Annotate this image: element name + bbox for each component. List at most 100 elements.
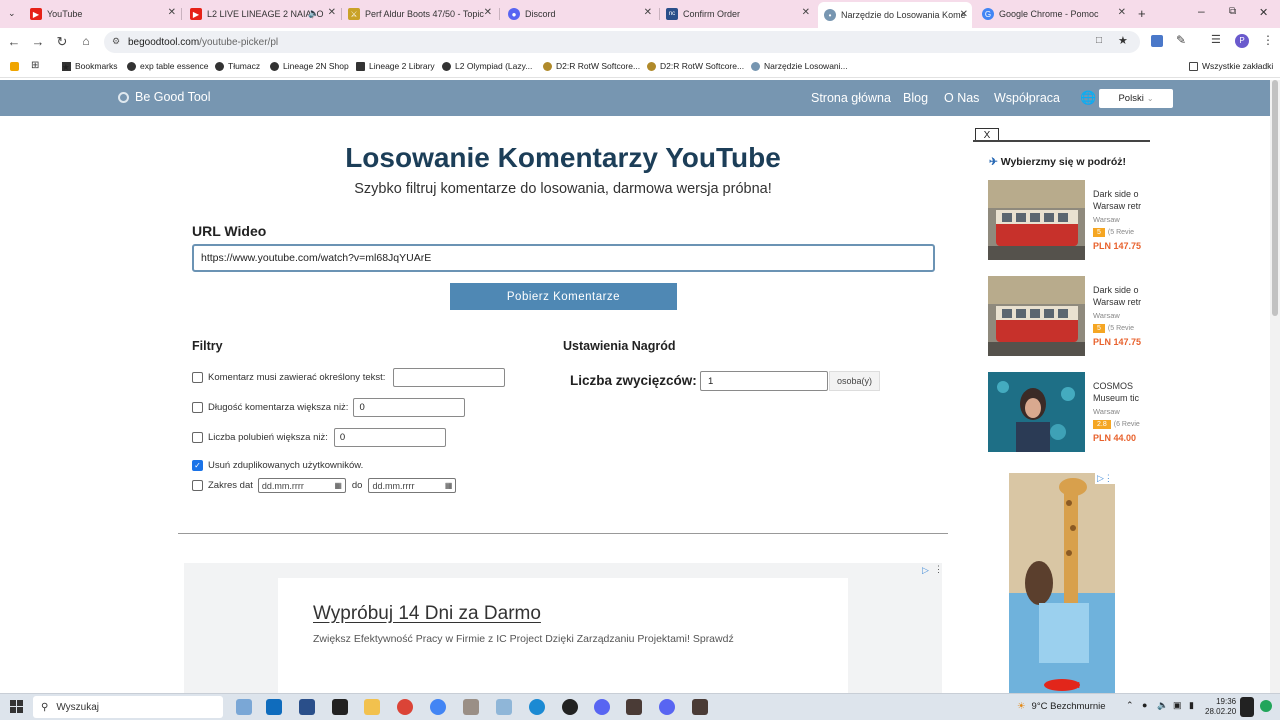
apps-grid-icon[interactable] bbox=[10, 62, 19, 71]
winners-count-input[interactable] bbox=[700, 371, 828, 391]
taskbar-clock[interactable]: 19:36 28.02.20 bbox=[1205, 697, 1236, 717]
close-tab-icon[interactable]: ✕ bbox=[802, 7, 810, 18]
bookmark-item[interactable]: Lineage 2N Shop bbox=[270, 61, 349, 71]
game-icon[interactable] bbox=[692, 699, 708, 715]
ad-choices-icon[interactable]: ▷⋮ bbox=[1095, 473, 1115, 484]
app-icon[interactable] bbox=[332, 699, 348, 715]
ad-choices-icon[interactable]: ▷ bbox=[922, 565, 929, 576]
nav-cooperation[interactable]: Współpraca bbox=[994, 91, 1060, 105]
dedupe-checkbox[interactable]: ✓ bbox=[192, 460, 203, 471]
speaker-icon[interactable]: 🔈 bbox=[308, 8, 319, 19]
bookmark-item[interactable]: ★ Bookmarks bbox=[62, 61, 118, 72]
folder-icon[interactable] bbox=[364, 699, 380, 715]
profile-avatar[interactable]: P bbox=[1235, 34, 1249, 48]
site-info-icon[interactable]: ⚙ bbox=[112, 36, 120, 47]
browser-tab[interactable]: ● Discord ✕ bbox=[508, 3, 656, 25]
home-icon[interactable]: ⌂ bbox=[78, 34, 94, 48]
microphone-icon[interactable]: ● bbox=[1142, 700, 1147, 710]
volume-icon[interactable]: 🔈 bbox=[1157, 700, 1168, 711]
sidebar-ad-item[interactable]: Dark side o Warsaw retr Warsaw 5 (5 Revie… bbox=[988, 276, 1141, 358]
bookmark-star-icon[interactable]: ★ bbox=[1118, 34, 1128, 47]
battery-icon[interactable]: ▮ bbox=[1189, 700, 1194, 711]
close-tab-icon[interactable]: ✕ bbox=[960, 9, 968, 20]
windows-start-icon[interactable] bbox=[10, 700, 23, 713]
site-logo[interactable]: Be Good Tool bbox=[118, 90, 211, 104]
new-tab-icon[interactable]: + bbox=[1138, 6, 1146, 21]
discord-task-icon[interactable] bbox=[659, 699, 675, 715]
close-tab-icon[interactable]: ✕ bbox=[168, 7, 176, 18]
translate-extension-icon[interactable] bbox=[1151, 35, 1163, 47]
discord-task-icon[interactable] bbox=[594, 699, 610, 715]
close-tab-icon[interactable]: ✕ bbox=[328, 7, 336, 18]
nc-app-icon[interactable] bbox=[299, 699, 315, 715]
ad-title[interactable]: Wypróbuj 14 Dni za Darmo bbox=[313, 603, 541, 625]
mic-recording-icon[interactable] bbox=[1240, 697, 1254, 717]
chrome-active-icon[interactable] bbox=[430, 699, 446, 715]
close-tab-icon[interactable]: ✕ bbox=[484, 7, 492, 18]
restore-icon[interactable]: ⧉ bbox=[1229, 6, 1236, 17]
nav-home[interactable]: Strona główna bbox=[811, 91, 891, 105]
close-window-icon[interactable]: ✕ bbox=[1259, 6, 1268, 19]
video-url-input[interactable] bbox=[192, 244, 935, 272]
weather-widget[interactable]: ☀ 9°C Bezchmurnie bbox=[1017, 701, 1106, 712]
bottom-ad[interactable]: ▷ ⋮ Wypróbuj 14 Dni za Darmo Zwiększ Efe… bbox=[184, 563, 943, 693]
edge-icon[interactable] bbox=[529, 699, 545, 715]
notification-icon[interactable] bbox=[1260, 700, 1272, 712]
ad-menu-icon[interactable]: ⋮ bbox=[934, 564, 943, 575]
forward-icon[interactable]: → bbox=[30, 34, 46, 49]
close-tab-icon[interactable]: ✕ bbox=[1118, 7, 1126, 18]
date-range-checkbox[interactable] bbox=[192, 480, 203, 491]
address-bar[interactable]: ⚙ begoodtool.com/youtube-picker/pl □ ★ bbox=[104, 31, 1140, 53]
app-icon[interactable] bbox=[463, 699, 479, 715]
file-explorer-task-icon[interactable] bbox=[236, 699, 252, 715]
nav-blog[interactable]: Blog bbox=[903, 91, 928, 105]
menu-kebab-icon[interactable]: ⋮ bbox=[1262, 33, 1274, 47]
taskbar-search[interactable]: ⚲ Wyszukaj bbox=[33, 696, 223, 718]
chevron-up-icon[interactable]: ⌃ bbox=[1126, 700, 1134, 711]
close-tab-icon[interactable]: ✕ bbox=[644, 7, 652, 18]
media-control-icon[interactable]: ☰ bbox=[1211, 33, 1221, 46]
back-icon[interactable]: ← bbox=[6, 34, 22, 49]
browser-tab[interactable]: ⚔ Perf Aldur Boots 47/50 - Topic ✕ bbox=[348, 3, 496, 25]
browser-tab-active[interactable]: • Narzędzie do Losowania Kome ✕ bbox=[818, 2, 972, 28]
page-scrollbar[interactable] bbox=[1270, 80, 1280, 693]
language-select[interactable]: Polski ⌄ bbox=[1099, 89, 1173, 108]
bookmark-item[interactable]: L2 Olympiad (Lazy... bbox=[442, 61, 532, 71]
minimize-icon[interactable]: – bbox=[1198, 4, 1205, 18]
likes-checkbox[interactable] bbox=[192, 432, 203, 443]
browser-tab[interactable]: ▶ YouTube ✕ bbox=[30, 3, 180, 25]
length-checkbox[interactable] bbox=[192, 402, 203, 413]
bookmark-item[interactable]: exp table essence bbox=[127, 61, 209, 71]
bookmark-item[interactable]: D2:R RotW Softcore... bbox=[647, 61, 744, 71]
fetch-comments-button[interactable]: Pobierz Komentarze bbox=[450, 283, 677, 310]
sidebar-ad-item[interactable]: COSMOS Museum tic Warsaw 2.8 (6 Revie PLN… bbox=[988, 372, 1140, 454]
scrollbar-thumb[interactable] bbox=[1272, 80, 1278, 316]
browser-tab[interactable]: G Google Chrome - Pomoc ✕ bbox=[982, 3, 1130, 25]
date-from-input[interactable]: dd.mm.rrrr ▦ bbox=[257, 478, 346, 493]
contains-text-checkbox[interactable] bbox=[192, 372, 203, 383]
date-to-input[interactable]: dd.mm.rrrr ▦ bbox=[368, 478, 457, 493]
likes-input[interactable] bbox=[333, 428, 446, 447]
browser-tab[interactable]: nc Confirm Order ✕ bbox=[666, 3, 814, 25]
tui-banner-ad[interactable]: ▷⋮ TUI bbox=[1009, 473, 1115, 693]
nav-about[interactable]: O Nas bbox=[944, 91, 979, 105]
tab-search-dropdown-icon[interactable]: ⌄ bbox=[8, 8, 16, 19]
length-input[interactable] bbox=[353, 398, 466, 417]
bookmark-item[interactable]: Narzędzie Losowani... bbox=[751, 61, 848, 71]
browser-tab[interactable]: ▶ L2 LIVE LINEAGE 2 NAIA, O 🔈 ✕ bbox=[190, 3, 340, 25]
outlook-icon[interactable] bbox=[266, 699, 282, 715]
reload-icon[interactable]: ↻ bbox=[54, 34, 70, 50]
app-icon[interactable] bbox=[562, 699, 578, 715]
bookmark-item[interactable]: Lineage 2 Library bbox=[356, 61, 435, 71]
bookmark-item[interactable]: Tłumacz bbox=[215, 61, 260, 71]
chrome-icon[interactable] bbox=[397, 699, 413, 715]
bookmark-item[interactable]: D2:R RotW Softcore... bbox=[543, 61, 640, 71]
network-icon[interactable]: ▣ bbox=[1173, 700, 1182, 711]
photos-icon[interactable] bbox=[496, 699, 512, 715]
apps-icon[interactable]: ⊞ bbox=[31, 60, 39, 71]
all-bookmarks-folder[interactable]: Wszystkie zakładki bbox=[1189, 61, 1273, 71]
install-app-icon[interactable]: □ bbox=[1096, 35, 1102, 46]
extensions-icon[interactable]: ✎ bbox=[1176, 33, 1186, 47]
contains-text-input[interactable] bbox=[393, 368, 506, 387]
sidebar-ad-item[interactable]: Dark side o Warsaw retr Warsaw 5 (5 Revie… bbox=[988, 180, 1141, 262]
